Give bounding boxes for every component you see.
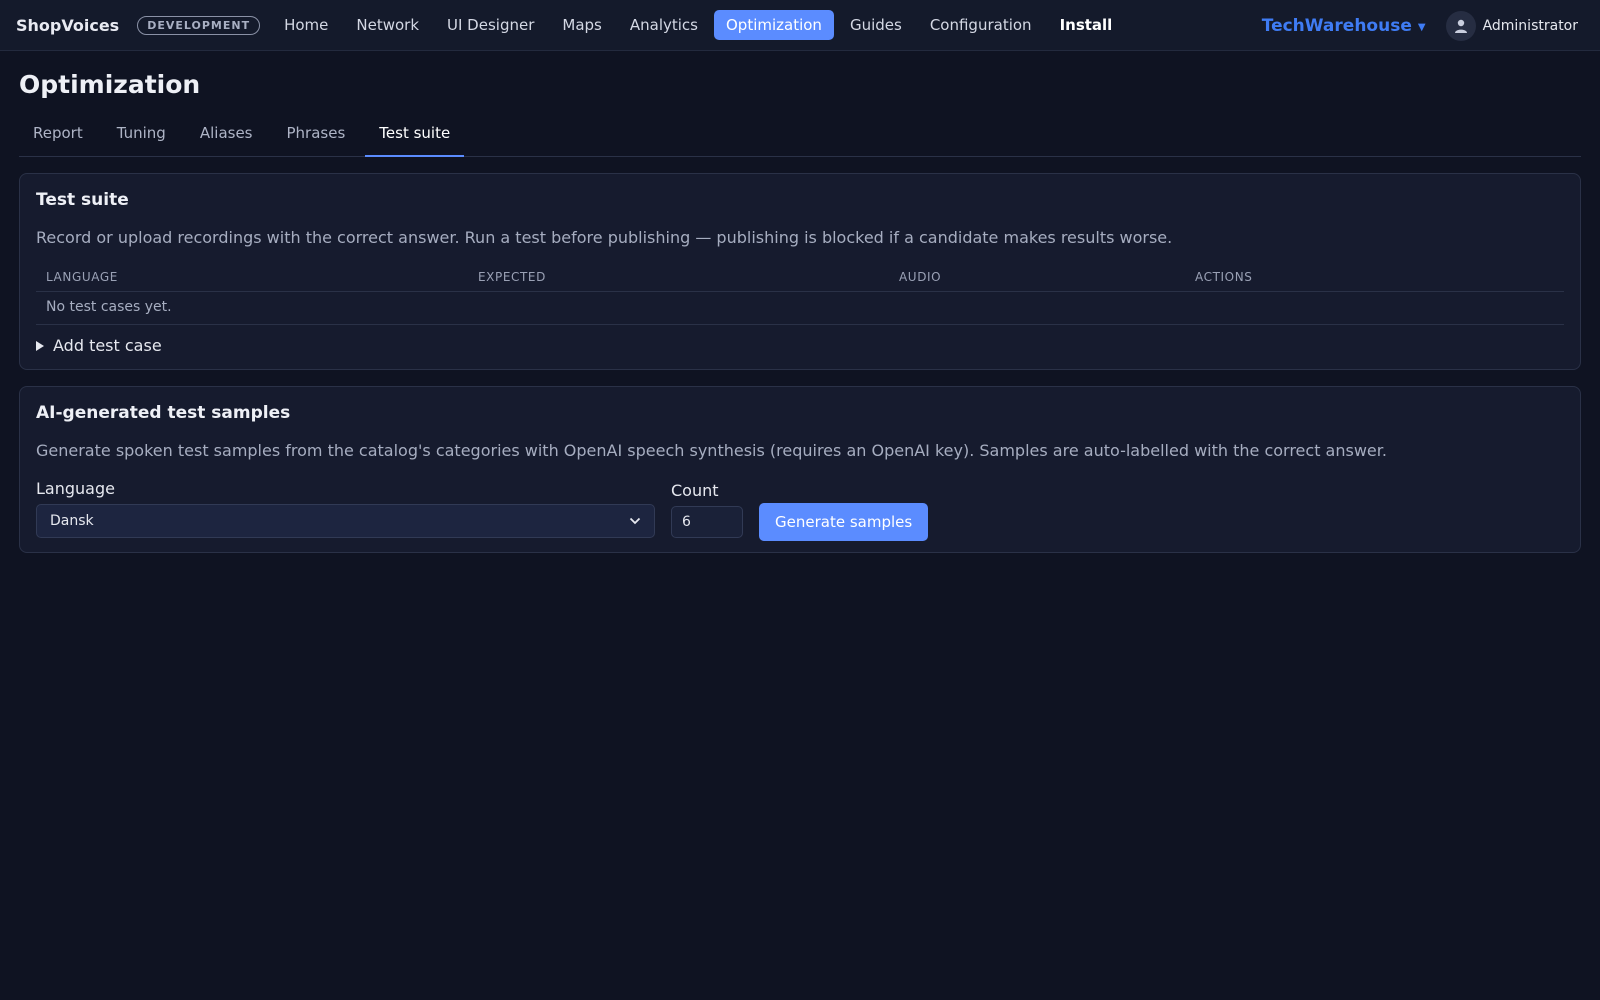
column-header-audio: AUDIO [889, 262, 1185, 292]
test-suite-title: Test suite [36, 190, 129, 210]
tab-phrases[interactable]: Phrases [273, 120, 360, 157]
column-header-language: LANGUAGE [36, 262, 468, 292]
generate-form: Language Dansk Count Generate samples [36, 479, 1564, 541]
nav-item-analytics[interactable]: Analytics [618, 10, 710, 40]
table-row: No test cases yet. [36, 291, 1564, 325]
user-avatar-icon[interactable] [1445, 10, 1476, 41]
tab-test-suite[interactable]: Test suite [365, 120, 465, 157]
generate-samples-button[interactable]: Generate samples [759, 503, 929, 541]
brand-logo[interactable]: ShopVoices [16, 16, 119, 35]
table-header-row: LANGUAGE EXPECTED AUDIO ACTIONS [36, 262, 1564, 292]
language-label: Language [36, 479, 115, 498]
main-nav: Home Network UI Designer Maps Analytics … [272, 10, 1128, 40]
test-cases-table: LANGUAGE EXPECTED AUDIO ACTIONS No test … [36, 262, 1564, 325]
nav-item-maps[interactable]: Maps [550, 10, 613, 40]
empty-state-text: No test cases yet. [36, 291, 1564, 325]
language-field: Language Dansk [36, 479, 655, 538]
workspace-switcher[interactable]: TechWarehouse ▼ [1262, 16, 1426, 36]
page-title: Optimization [19, 70, 201, 99]
count-input[interactable] [671, 506, 743, 538]
count-label: Count [671, 481, 719, 500]
tab-tuning[interactable]: Tuning [103, 120, 180, 157]
nav-item-optimization[interactable]: Optimization [713, 10, 834, 40]
language-select[interactable]: Dansk [36, 504, 655, 538]
add-test-case-toggle[interactable]: Add test case [36, 336, 1564, 355]
workspace-name: TechWarehouse [1261, 15, 1412, 36]
nav-item-install[interactable]: Install [1048, 10, 1125, 40]
caret-down-icon: ▼ [1417, 22, 1426, 33]
nav-item-network[interactable]: Network [344, 10, 431, 40]
tab-aliases[interactable]: Aliases [186, 120, 267, 157]
column-header-expected: EXPECTED [468, 262, 889, 292]
nav-item-guides[interactable]: Guides [838, 10, 914, 40]
ai-samples-title: AI-generated test samples [36, 403, 291, 423]
tab-report[interactable]: Report [19, 120, 97, 157]
tab-bar: Report Tuning Aliases Phrases Test suite [19, 120, 1581, 157]
header-right: TechWarehouse ▼ Administrator [1262, 0, 1578, 51]
test-suite-description: Record or upload recordings with the cor… [36, 228, 1173, 247]
ai-samples-description: Generate spoken test samples from the ca… [36, 441, 1387, 460]
test-suite-card: Test suite Record or upload recordings w… [19, 173, 1581, 370]
chevron-down-icon [629, 517, 641, 525]
nav-item-home[interactable]: Home [272, 10, 340, 40]
count-field: Count [671, 481, 743, 538]
disclosure-triangle-icon [36, 340, 44, 351]
top-nav-bar: ShopVoices DEVELOPMENT Home Network UI D… [0, 0, 1600, 51]
nav-item-ui-designer[interactable]: UI Designer [435, 10, 546, 40]
ai-samples-card: AI-generated test samples Generate spoke… [19, 386, 1581, 553]
language-selected-value: Dansk [50, 513, 94, 529]
user-menu[interactable]: Administrator [1483, 18, 1578, 34]
add-test-case-label: Add test case [53, 336, 162, 355]
environment-badge: DEVELOPMENT [137, 15, 261, 35]
page-content: Optimization Report Tuning Aliases Phras… [0, 70, 1600, 553]
column-header-actions: ACTIONS [1185, 262, 1564, 292]
nav-item-configuration[interactable]: Configuration [918, 10, 1044, 40]
